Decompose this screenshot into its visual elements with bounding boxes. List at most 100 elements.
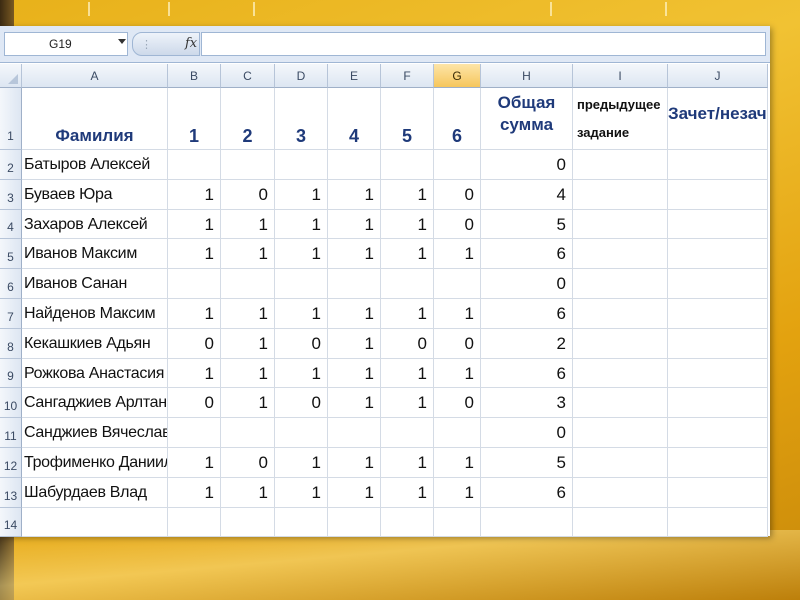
cell-task-score[interactable]: 1 (328, 180, 381, 210)
cell-task-score[interactable]: 1 (328, 478, 381, 508)
column-header-h[interactable]: H (481, 64, 573, 88)
cell-task-score[interactable]: 1 (381, 299, 434, 329)
cell-total[interactable]: 0 (481, 418, 573, 448)
cell-pass-fail[interactable] (668, 329, 768, 359)
cell-task-score[interactable]: 0 (434, 180, 481, 210)
resize-handle-icon[interactable]: ⋮ (141, 38, 152, 51)
cell-previous-task[interactable] (573, 418, 668, 448)
cell-previous-task[interactable] (573, 388, 668, 418)
cell-pass-fail[interactable] (668, 388, 768, 418)
cell-previous-task[interactable] (573, 448, 668, 478)
cell-task-score[interactable] (275, 150, 328, 180)
cell-task-score[interactable]: 0 (434, 210, 481, 239)
row-header-3[interactable]: 3 (0, 180, 22, 210)
cell-task-score[interactable]: 1 (381, 478, 434, 508)
cell-task-score[interactable]: 1 (221, 210, 275, 239)
formula-input[interactable] (201, 32, 766, 56)
cell-task-score[interactable] (434, 418, 481, 448)
cell-student-name[interactable]: Буваев Юра (22, 180, 168, 210)
column-header-f[interactable]: F (381, 64, 434, 88)
cell-task-score[interactable]: 0 (434, 388, 481, 418)
cell-task-score[interactable]: 0 (221, 180, 275, 210)
cell-task-score[interactable] (328, 418, 381, 448)
cell-task-score[interactable] (221, 508, 275, 537)
cell-pass-fail[interactable] (668, 210, 768, 239)
cell-pass-fail[interactable] (668, 180, 768, 210)
cell-task-score[interactable]: 1 (381, 388, 434, 418)
name-box[interactable]: G19 (4, 32, 128, 56)
cell-total[interactable]: 6 (481, 478, 573, 508)
cell-task-score[interactable] (168, 150, 221, 180)
cell-previous-task[interactable] (573, 210, 668, 239)
cell-student-name[interactable]: Трофименко Даниил (22, 448, 168, 478)
cell-task-score[interactable] (381, 150, 434, 180)
cell-task-score[interactable] (275, 508, 328, 537)
cell-pass-fail[interactable] (668, 269, 768, 299)
cell-task-score[interactable]: 0 (275, 329, 328, 359)
cell-student-name[interactable]: Иванов Максим (22, 239, 168, 269)
cell-student-name[interactable] (22, 508, 168, 537)
cell-task-score[interactable]: 1 (328, 210, 381, 239)
select-all-corner[interactable] (0, 64, 22, 88)
row-header-5[interactable]: 5 (0, 239, 22, 269)
cell-task-score[interactable] (275, 418, 328, 448)
cell-task-score[interactable]: 1 (168, 299, 221, 329)
header-previous-task[interactable]: предыдущее задание (573, 88, 668, 150)
cell-task-score[interactable]: 1 (328, 239, 381, 269)
cell-task-score[interactable]: 1 (434, 359, 481, 388)
cell-total[interactable]: 3 (481, 388, 573, 418)
cell-task-score[interactable]: 1 (221, 359, 275, 388)
cell-student-name[interactable]: Иванов Санан (22, 269, 168, 299)
header-task-4[interactable]: 4 (328, 88, 381, 150)
cell-task-score[interactable]: 1 (275, 478, 328, 508)
cell-task-score[interactable]: 1 (434, 239, 481, 269)
cell-previous-task[interactable] (573, 299, 668, 329)
cell-task-score[interactable]: 1 (168, 210, 221, 239)
cell-task-score[interactable] (434, 150, 481, 180)
cell-student-name[interactable]: Батыров Алексей (22, 150, 168, 180)
cell-previous-task[interactable] (573, 180, 668, 210)
cell-task-score[interactable]: 1 (328, 299, 381, 329)
row-header-7[interactable]: 7 (0, 299, 22, 329)
cell-task-score[interactable]: 1 (434, 448, 481, 478)
cell-task-score[interactable] (328, 269, 381, 299)
cell-task-score[interactable] (381, 508, 434, 537)
cell-total[interactable]: 0 (481, 269, 573, 299)
row-header-9[interactable]: 9 (0, 359, 22, 388)
cell-task-score[interactable]: 1 (381, 239, 434, 269)
cell-task-score[interactable] (328, 508, 381, 537)
cell-pass-fail[interactable] (668, 478, 768, 508)
column-header-c[interactable]: C (221, 64, 275, 88)
cell-task-score[interactable] (434, 508, 481, 537)
cell-total[interactable]: 6 (481, 299, 573, 329)
cell-total[interactable]: 6 (481, 239, 573, 269)
cell-task-score[interactable]: 1 (328, 388, 381, 418)
cell-task-score[interactable] (328, 150, 381, 180)
cell-task-score[interactable]: 1 (381, 180, 434, 210)
cell-task-score[interactable]: 1 (168, 448, 221, 478)
cell-task-score[interactable] (381, 269, 434, 299)
cell-task-score[interactable]: 1 (168, 239, 221, 269)
cell-student-name[interactable]: Кекашкиев Адьян (22, 329, 168, 359)
cell-task-score[interactable]: 1 (434, 478, 481, 508)
cell-task-score[interactable]: 0 (381, 329, 434, 359)
cell-task-score[interactable] (381, 418, 434, 448)
cell-task-score[interactable]: 1 (275, 210, 328, 239)
header-total[interactable]: Общая сумма (481, 88, 573, 150)
cell-pass-fail[interactable] (668, 508, 768, 537)
row-header-10[interactable]: 10 (0, 388, 22, 418)
header-task-2[interactable]: 2 (221, 88, 275, 150)
cell-task-score[interactable]: 0 (275, 388, 328, 418)
cell-task-score[interactable]: 1 (221, 388, 275, 418)
header-task-5[interactable]: 5 (381, 88, 434, 150)
cell-total[interactable]: 5 (481, 210, 573, 239)
insert-function-button[interactable]: ⋮ fx (132, 32, 200, 56)
cell-task-score[interactable]: 1 (275, 299, 328, 329)
column-header-d[interactable]: D (275, 64, 328, 88)
cell-pass-fail[interactable] (668, 299, 768, 329)
cell-total[interactable]: 0 (481, 150, 573, 180)
cell-student-name[interactable]: Захаров Алексей (22, 210, 168, 239)
cell-task-score[interactable]: 1 (221, 329, 275, 359)
cell-task-score[interactable] (168, 508, 221, 537)
cell-pass-fail[interactable] (668, 418, 768, 448)
